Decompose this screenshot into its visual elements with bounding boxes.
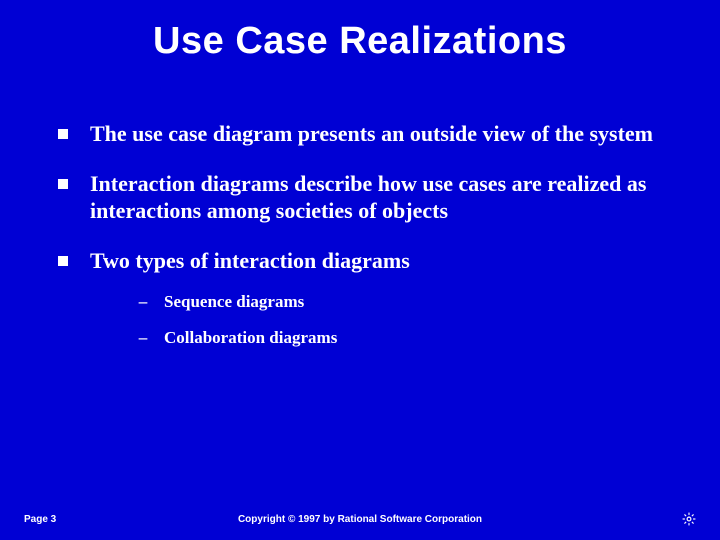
slide: Use Case Realizations The use case diagr… xyxy=(0,0,720,540)
dash-bullet-icon: – xyxy=(134,327,152,349)
square-bullet-icon xyxy=(58,129,68,139)
square-bullet-icon xyxy=(58,256,68,266)
sub-bullet-group: – Sequence diagrams – Collaboration diag… xyxy=(58,291,684,349)
dash-bullet-icon: – xyxy=(134,291,152,313)
bullet-text: Two types of interaction diagrams xyxy=(90,248,684,274)
sub-bullet-item: – Collaboration diagrams xyxy=(134,327,684,349)
slide-title: Use Case Realizations xyxy=(36,20,684,63)
sub-bullet-text: Sequence diagrams xyxy=(164,291,304,313)
slide-content: The use case diagram presents an outside… xyxy=(36,121,684,349)
sub-bullet-text: Collaboration diagrams xyxy=(164,327,337,349)
page-number: Page 3 xyxy=(24,514,56,525)
bullet-text: The use case diagram presents an outside… xyxy=(90,121,684,147)
bullet-text: Interaction diagrams describe how use ca… xyxy=(90,171,684,224)
copyright-text: Copyright © 1997 by Rational Software Co… xyxy=(238,514,482,525)
bullet-item: The use case diagram presents an outside… xyxy=(58,121,684,147)
slide-footer: Page 3 Copyright © 1997 by Rational Soft… xyxy=(0,512,720,526)
gear-icon xyxy=(682,512,696,526)
square-bullet-icon xyxy=(58,179,68,189)
sub-bullet-item: – Sequence diagrams xyxy=(134,291,684,313)
bullet-item: Two types of interaction diagrams xyxy=(58,248,684,274)
bullet-item: Interaction diagrams describe how use ca… xyxy=(58,171,684,224)
